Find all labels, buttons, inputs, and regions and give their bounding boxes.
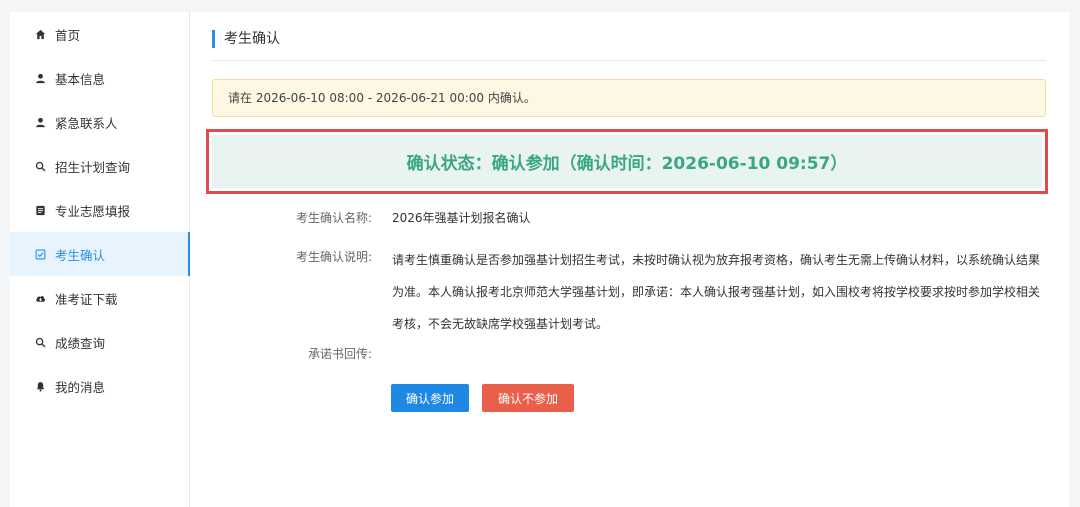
sidebar-item-major-preference[interactable]: 专业志愿填报 <box>10 188 190 232</box>
sidebar-item-my-messages[interactable]: 我的消息 <box>10 364 190 408</box>
confirm-description-text: 请考生慎重确认是否参加强基计划招生考试，未按时确认视为放弃报考资格，确认考生无需… <box>392 253 1041 331</box>
status-highlight-frame: 确认状态：确认参加（确认时间：2026-06-10 09:57） <box>206 129 1048 194</box>
sidebar-item-home[interactable]: 首页 <box>10 12 190 56</box>
page-title: 考生确认 <box>224 31 280 47</box>
confirm-name-value: 2026年强基计划报名确认 <box>392 211 531 225</box>
confirmation-status-banner: 确认状态：确认参加（确认时间：2026-06-10 09:57） <box>212 135 1042 188</box>
sidebar-item-basic-info[interactable]: 基本信息 <box>10 56 190 100</box>
sidebar-item-label: 我的消息 <box>55 379 106 395</box>
sidebar-item-label: 招生计划查询 <box>55 159 131 175</box>
main-content: 考生确认 请在 2026-06-10 08:00 - 2026-06-21 00… <box>206 12 1048 507</box>
confirm-name-label: 考生确认名称: <box>295 211 372 225</box>
confirm-description-label: 考生确认说明: <box>295 250 372 264</box>
sidebar-item-emergency-contact[interactable]: 紧急联系人 <box>10 100 190 144</box>
sidebar-item-score-query[interactable]: 成绩查询 <box>10 320 190 364</box>
title-accent-bar <box>212 30 215 48</box>
bell-icon <box>34 380 46 392</box>
pledge-upload-label: 承诺书回传: <box>307 347 372 361</box>
page-header: 考生确认 <box>212 28 1046 61</box>
search-icon <box>34 160 46 172</box>
checkbox-icon <box>34 248 46 260</box>
confirm-decline-button[interactable]: 确认不参加 <box>482 384 574 412</box>
sidebar-item-admission-ticket[interactable]: 准考证下载 <box>10 276 190 320</box>
content-card: 首页 基本信息 紧急联系人 招生计划查询 专业志愿填报 考生确认 准考证下载 成… <box>10 12 1069 507</box>
sidebar-item-label: 专业志愿填报 <box>55 203 131 219</box>
cloud-download-icon <box>34 292 46 304</box>
sidebar: 首页 基本信息 紧急联系人 招生计划查询 专业志愿填报 考生确认 准考证下载 成… <box>10 12 190 507</box>
sidebar-item-candidate-confirm[interactable]: 考生确认 <box>10 232 190 276</box>
sidebar-item-label: 准考证下载 <box>55 291 118 307</box>
home-icon <box>34 28 46 40</box>
sidebar-item-label: 紧急联系人 <box>55 115 118 131</box>
form-icon <box>34 204 46 216</box>
search-icon <box>34 336 46 348</box>
confirmation-period-notice: 请在 2026-06-10 08:00 - 2026-06-21 00:00 内… <box>212 79 1046 117</box>
sidebar-item-label: 成绩查询 <box>55 335 106 351</box>
sidebar-item-label: 考生确认 <box>55 247 106 263</box>
sidebar-item-label: 首页 <box>55 27 81 43</box>
sidebar-item-enrollment-plan[interactable]: 招生计划查询 <box>10 144 190 188</box>
sidebar-item-label: 基本信息 <box>55 71 106 87</box>
user-icon <box>34 116 46 128</box>
user-icon <box>34 72 46 84</box>
confirm-join-button[interactable]: 确认参加 <box>391 384 469 412</box>
